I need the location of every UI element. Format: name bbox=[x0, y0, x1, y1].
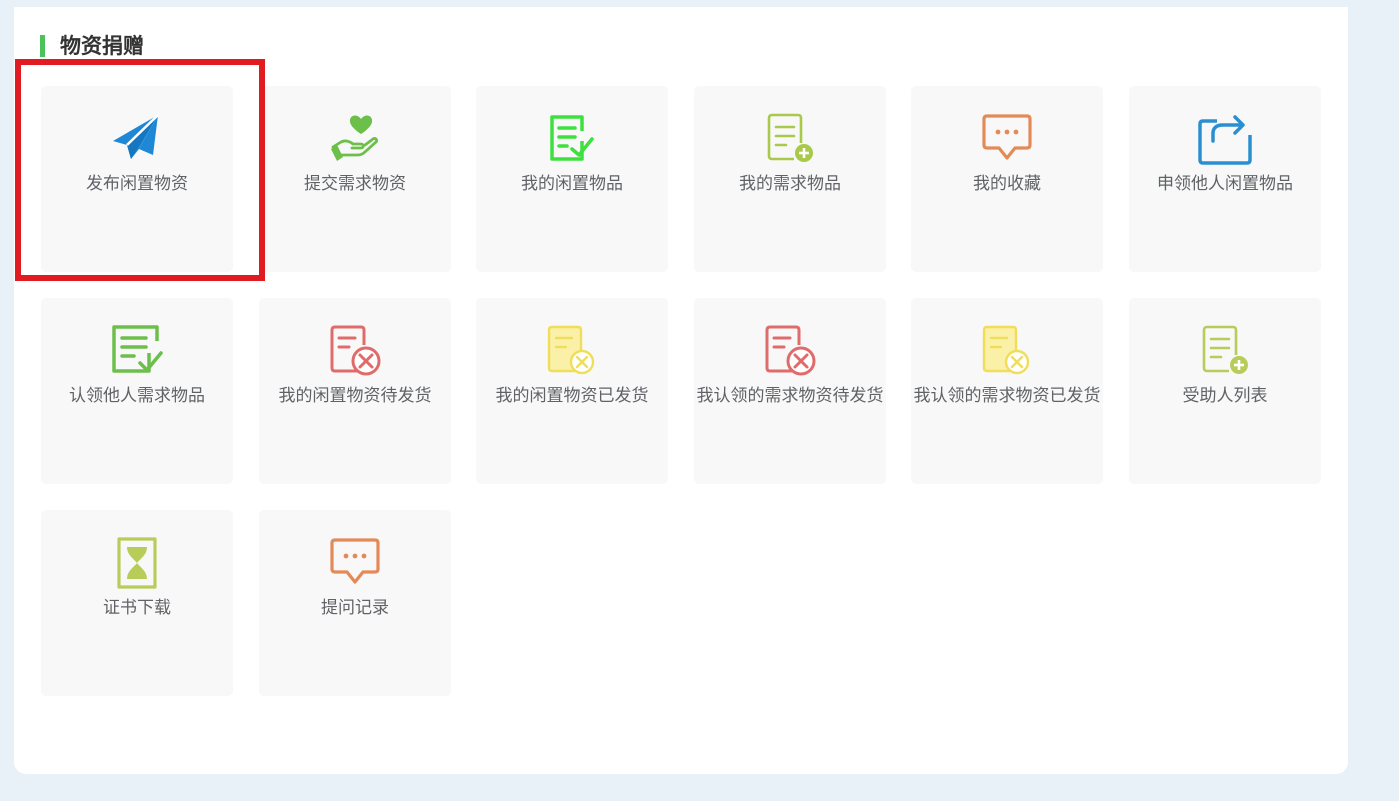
card-label: 认领他人需求物品 bbox=[69, 386, 205, 406]
heart-hand-icon bbox=[327, 111, 383, 167]
document-check-icon bbox=[109, 323, 165, 379]
document-cancel-icon bbox=[327, 323, 383, 379]
document-cancel-icon bbox=[979, 323, 1035, 379]
card-my-idle-pending[interactable]: 我的闲置物资待发货 bbox=[259, 298, 451, 484]
document-add-icon bbox=[1197, 323, 1253, 379]
card-label: 我的闲置物资已发货 bbox=[495, 386, 649, 406]
card-certificate-download[interactable]: 证书下载 bbox=[41, 510, 233, 696]
card-recipient-list[interactable]: 受助人列表 bbox=[1129, 298, 1321, 484]
document-cancel-icon bbox=[762, 323, 818, 379]
card-publish-idle[interactable]: 发布闲置物资 bbox=[41, 86, 233, 272]
chat-bubble-icon bbox=[327, 535, 383, 591]
card-claimed-need-shipped[interactable]: 我认领的需求物资已发货 bbox=[911, 298, 1103, 484]
document-cancel-icon bbox=[544, 323, 600, 379]
share-box-icon bbox=[1197, 111, 1253, 167]
card-claim-others-idle[interactable]: 申领他人闲置物品 bbox=[1129, 86, 1321, 272]
chat-bubble-icon bbox=[979, 111, 1035, 167]
card-label: 提问记录 bbox=[321, 598, 389, 618]
card-my-idle-shipped[interactable]: 我的闲置物资已发货 bbox=[476, 298, 668, 484]
card-submit-need[interactable]: 提交需求物资 bbox=[259, 86, 451, 272]
card-label: 提交需求物资 bbox=[304, 174, 406, 194]
document-add-icon bbox=[762, 111, 818, 167]
card-label: 申领他人闲置物品 bbox=[1157, 174, 1293, 194]
paper-plane-icon bbox=[109, 111, 165, 167]
card-my-idle-items[interactable]: 我的闲置物品 bbox=[476, 86, 668, 272]
section-header: 物资捐赠 bbox=[40, 34, 144, 58]
card-question-records[interactable]: 提问记录 bbox=[259, 510, 451, 696]
card-label: 我的闲置物品 bbox=[521, 174, 623, 194]
card-label: 我的闲置物资待发货 bbox=[278, 386, 432, 406]
document-check-icon bbox=[544, 111, 600, 167]
card-my-need-items[interactable]: 我的需求物品 bbox=[694, 86, 886, 272]
title-accent-bar bbox=[40, 35, 45, 57]
card-label: 发布闲置物资 bbox=[86, 174, 188, 194]
card-claim-others-need[interactable]: 认领他人需求物品 bbox=[41, 298, 233, 484]
card-label: 证书下载 bbox=[103, 598, 171, 618]
card-claimed-need-pending[interactable]: 我认领的需求物资待发货 bbox=[694, 298, 886, 484]
card-my-favorites[interactable]: 我的收藏 bbox=[911, 86, 1103, 272]
card-label: 受助人列表 bbox=[1182, 386, 1268, 406]
hourglass-icon bbox=[109, 535, 165, 591]
card-label: 我的需求物品 bbox=[739, 174, 841, 194]
card-label: 我的收藏 bbox=[973, 174, 1041, 194]
section-title: 物资捐赠 bbox=[60, 34, 144, 58]
card-label: 我认领的需求物资已发货 bbox=[913, 386, 1101, 406]
card-label: 我认领的需求物资待发货 bbox=[696, 386, 884, 406]
